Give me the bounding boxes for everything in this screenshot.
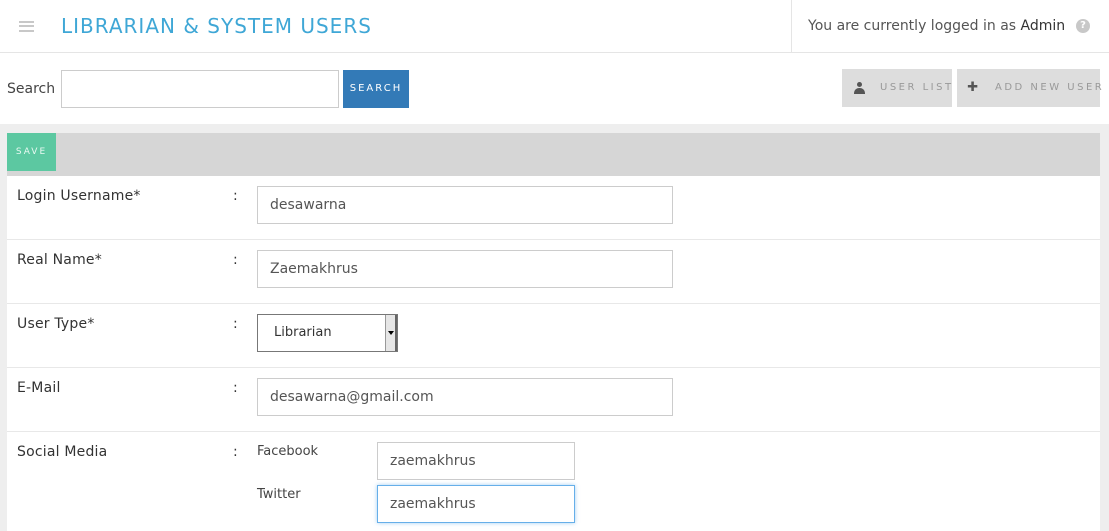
dropdown-arrow-icon[interactable] <box>385 315 397 351</box>
add-new-user-label: ADD NEW USER <box>995 82 1105 93</box>
logged-in-user: Admin <box>1020 18 1066 34</box>
search-input[interactable] <box>61 70 339 108</box>
plus-icon: ✚ <box>967 80 981 95</box>
field-label: E-Mail <box>17 380 61 396</box>
user-form: SAVE Login Username* : desawarna Real Na… <box>7 133 1100 531</box>
form-row-real-name: Real Name* : Zaemakhrus <box>7 240 1100 304</box>
facebook-label: Facebook <box>257 444 319 459</box>
user-list-button[interactable]: USER LIST <box>842 69 952 107</box>
form-row-login-username: Login Username* : desawarna <box>7 176 1100 240</box>
field-colon: : <box>233 380 238 396</box>
facebook-field[interactable]: zaemakhrus <box>377 442 575 480</box>
top-header: LIBRARIAN & SYSTEM USERS You are current… <box>0 0 1109 53</box>
field-colon: : <box>233 444 238 460</box>
user-list-label: USER LIST <box>880 82 954 93</box>
form-action-bar: SAVE <box>7 133 1100 176</box>
login-info: You are currently logged in as Admin <box>791 0 1065 52</box>
search-label: Search : <box>7 81 65 97</box>
login-username-field[interactable]: desawarna <box>257 186 673 224</box>
field-colon: : <box>233 252 238 268</box>
field-colon: : <box>233 316 238 332</box>
search-button[interactable]: SEARCH <box>343 70 409 108</box>
form-row-email: E-Mail : desawarna@gmail.com <box>7 368 1100 432</box>
field-label: Real Name* <box>17 252 102 268</box>
page-title: LIBRARIAN & SYSTEM USERS <box>61 14 372 38</box>
field-label: User Type* <box>17 316 95 332</box>
email-field[interactable]: desawarna@gmail.com <box>257 378 673 416</box>
user-icon <box>852 69 866 107</box>
user-type-select[interactable]: Librarian <box>257 314 398 352</box>
hamburger-icon <box>19 20 34 32</box>
form-row-user-type: User Type* : Librarian <box>7 304 1100 368</box>
field-label: Login Username* <box>17 188 141 204</box>
save-button[interactable]: SAVE <box>7 133 56 171</box>
real-name-field[interactable]: Zaemakhrus <box>257 250 673 288</box>
twitter-label: Twitter <box>257 487 301 502</box>
user-type-value: Librarian <box>274 325 332 340</box>
login-prefix: You are currently logged in as <box>808 18 1017 34</box>
twitter-field[interactable]: zaemakhrus <box>377 485 575 523</box>
search-toolbar: Search : SEARCH USER LIST ✚ ADD NEW USER <box>0 53 1109 124</box>
add-new-user-button[interactable]: ✚ ADD NEW USER <box>957 69 1102 107</box>
menu-toggle-button[interactable] <box>0 0 53 52</box>
field-label: Social Media <box>17 444 108 460</box>
field-colon: : <box>233 188 238 204</box>
form-row-social-media: Social Media : Facebook zaemakhrus Twitt… <box>7 432 1100 531</box>
question-circle-icon[interactable]: ? <box>1076 19 1090 33</box>
